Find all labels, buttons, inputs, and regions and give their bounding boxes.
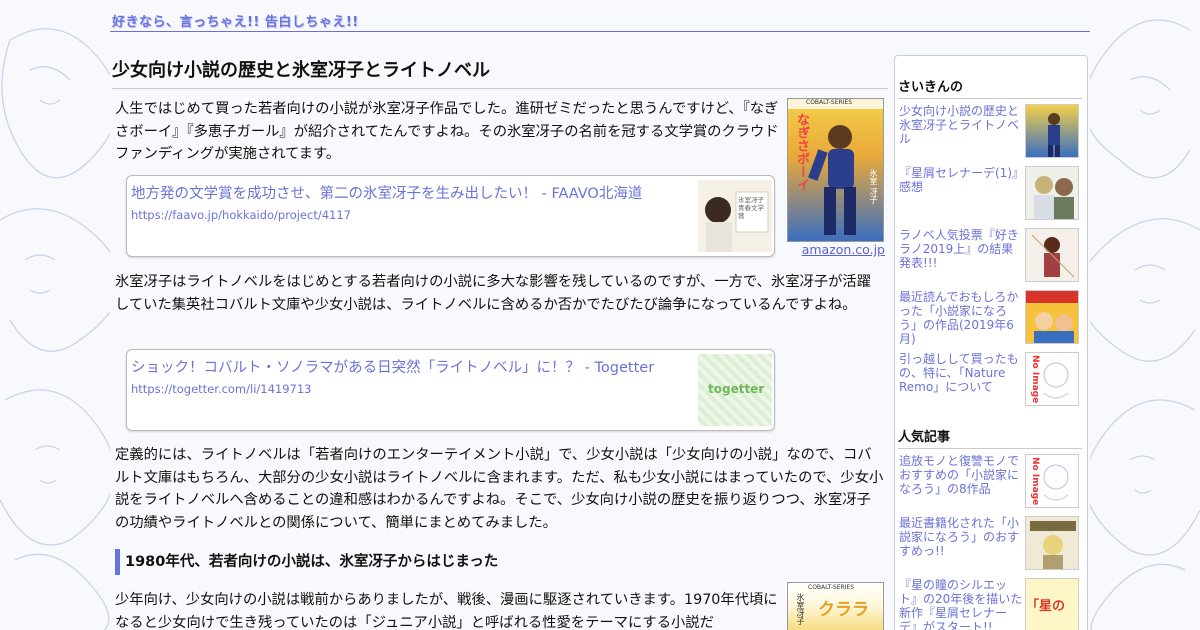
article-title: 少女向け小説の歴史と氷室冴子とライトノベル [112, 56, 888, 89]
background-decoration-right [1090, 0, 1200, 630]
togetter-logo: togetter [708, 382, 765, 396]
sidebar-recent-item[interactable]: ラノベ人気投票『好きラノ2019上』の結果発表!!! [899, 228, 1083, 284]
sidebar-item-link[interactable]: ラノベ人気投票『好きラノ2019上』の結果発表!!! [899, 228, 1023, 270]
sidebar-item-link[interactable]: 最近書籍化された「小説家になろう」のおすすめっ!! [899, 516, 1023, 558]
sidebar-popular-item[interactable]: 最近書籍化された「小説家になろう」のおすすめっ!! [899, 516, 1083, 572]
link-card-title[interactable]: ショック！コバルト・ソノラマがある日突然「ライトノベル」に！？ - Togett… [131, 356, 654, 377]
amazon-link[interactable]: amazon.co.jp [802, 242, 885, 257]
link-card-togetter[interactable]: ショック！コバルト・ソノラマがある日突然「ライトノベル」に！？ - Togett… [126, 349, 775, 431]
site-logo[interactable]: 好きなら、言っちゃえ!! 告白しちゃえ!! [112, 11, 359, 30]
article-paragraph-1: 人生ではじめて買った若者向けの小説が氷室冴子作品でした。進研ゼミだったと思うんで… [115, 101, 779, 162]
sidebar-item-link[interactable]: 追放モノと復讐モノでおすすめの「小説家になろう」の8作品 [899, 454, 1023, 496]
sidebar-item-link[interactable]: 最近読んでおもしろかった「小説家になろう」の作品(2019年6月) [899, 290, 1023, 346]
sidebar-recent-item[interactable]: 最近読んでおもしろかった「小説家になろう」の作品(2019年6月) [899, 290, 1083, 346]
no-image-label: No Image [1030, 355, 1040, 404]
section-heading-1980s: 1980年代、若者向けの小説は、氷室冴子からはじまった [115, 549, 885, 575]
link-card-url[interactable]: https://faavo.jp/hokkaido/project/4117 [131, 208, 351, 222]
sidebar-heading-recent: さいきんの [898, 76, 1082, 99]
link-card-title[interactable]: 地方発の文学賞を成功させ、第二の氷室冴子を生み出したい！ - FAAVO北海道 [131, 182, 642, 203]
sidebar-item-link[interactable]: 『星屑セレナーデ(1)』感想 [899, 166, 1023, 194]
sidebar-item-link[interactable]: 少女向け小説の歴史と氷室冴子とライトノベル [899, 104, 1023, 146]
site-header: 好きなら、言っちゃえ!! 告白しちゃえ!! [110, 10, 1090, 32]
background-decoration-left [0, 0, 110, 630]
sidebar-popular-item[interactable]: 追放モノと復讐モノでおすすめの「小説家になろう」の8作品 No Image [899, 454, 1083, 510]
sidebar-item-thumbnail[interactable] [1025, 290, 1079, 344]
link-card-thumbnail[interactable]: 氷室冴子青春文学賞 [698, 180, 772, 252]
book-cover-title: なぎさボーイ [794, 113, 809, 191]
sidebar-item-thumbnail-no-image[interactable]: No Image [1025, 352, 1079, 406]
book-cover-author: 氷室 冴子 [869, 169, 878, 204]
sidebar-item-thumbnail[interactable] [1025, 516, 1079, 570]
sidebar-item-link[interactable]: 引っ越しして買ったもの、特に、「Nature Remo」について [899, 352, 1023, 394]
book-cover-nagisa-boy[interactable]: COBALT-SERIES なぎさボーイ 氷室 冴子 amazon.co.jp [787, 98, 885, 260]
sidebar-item-thumbnail-no-image[interactable]: No Image [1025, 454, 1079, 508]
book-cover-title: クララ [818, 600, 869, 620]
sidebar-recent-item[interactable]: 『星屑セレナーデ(1)』感想 [899, 166, 1083, 222]
sidebar: さいきんの 少女向け小説の歴史と氷室冴子とライトノベル 『星屑セレナーデ(1)』… [894, 55, 1088, 630]
link-card-faavo[interactable]: 地方発の文学賞を成功させ、第二の氷室冴子を生み出したい！ - FAAVO北海道 … [126, 175, 775, 257]
sidebar-recent-item[interactable]: 少女向け小説の歴史と氷室冴子とライトノベル [899, 104, 1083, 160]
sidebar-item-link[interactable]: 『星の瞳のシルエット』の20年後を描いた新作『星屑セレナーデ』がスタート!! [899, 578, 1023, 630]
link-card-thumbnail[interactable]: togetter [698, 354, 772, 426]
link-card-thumb-text: 氷室冴子青春文学賞 [738, 196, 764, 220]
book-cover-clara[interactable]: COBALT-SERIES クララ 氷室冴子 [787, 582, 885, 630]
book-cover-series: COBALT-SERIES [806, 99, 853, 106]
sidebar-recent-item[interactable]: 引っ越しして買ったもの、特に、「Nature Remo」について No Imag… [899, 352, 1083, 408]
no-image-label: No Image [1030, 457, 1040, 506]
link-card-url[interactable]: https://togetter.com/li/1419713 [131, 382, 311, 396]
sidebar-heading-popular: 人気記事 [898, 426, 1082, 449]
article-paragraph-4: 少年向け、少女向けの小説は戦前からありましたが、戦後、漫画に駆逐されていきます。… [115, 592, 778, 630]
thumb-title-text: 「星の [1026, 599, 1066, 614]
book-cover-series: COBALT-SERIES [808, 584, 855, 591]
article-paragraph-3: 定義的には、ライトノベルは「若者向けのエンターテイメント小説」で、少女小説は「少… [115, 447, 884, 531]
book-cover-author: 氷室冴子 [796, 593, 805, 625]
sidebar-popular-item[interactable]: 『星の瞳のシルエット』の20年後を描いた新作『星屑セレナーデ』がスタート!! 「… [899, 578, 1083, 630]
sidebar-item-thumbnail[interactable]: 「星の [1025, 578, 1079, 630]
sidebar-item-thumbnail[interactable] [1025, 104, 1079, 158]
sidebar-item-thumbnail[interactable] [1025, 166, 1079, 220]
page: 好きなら、言っちゃえ!! 告白しちゃえ!! 少女向け小説の歴史と氷室冴子とライト… [110, 0, 1090, 630]
article-paragraph-2: 氷室冴子はライトノベルをはじめとする若者向けの小説に多大な影響を残しているのです… [115, 274, 872, 313]
sidebar-item-thumbnail[interactable] [1025, 228, 1079, 282]
